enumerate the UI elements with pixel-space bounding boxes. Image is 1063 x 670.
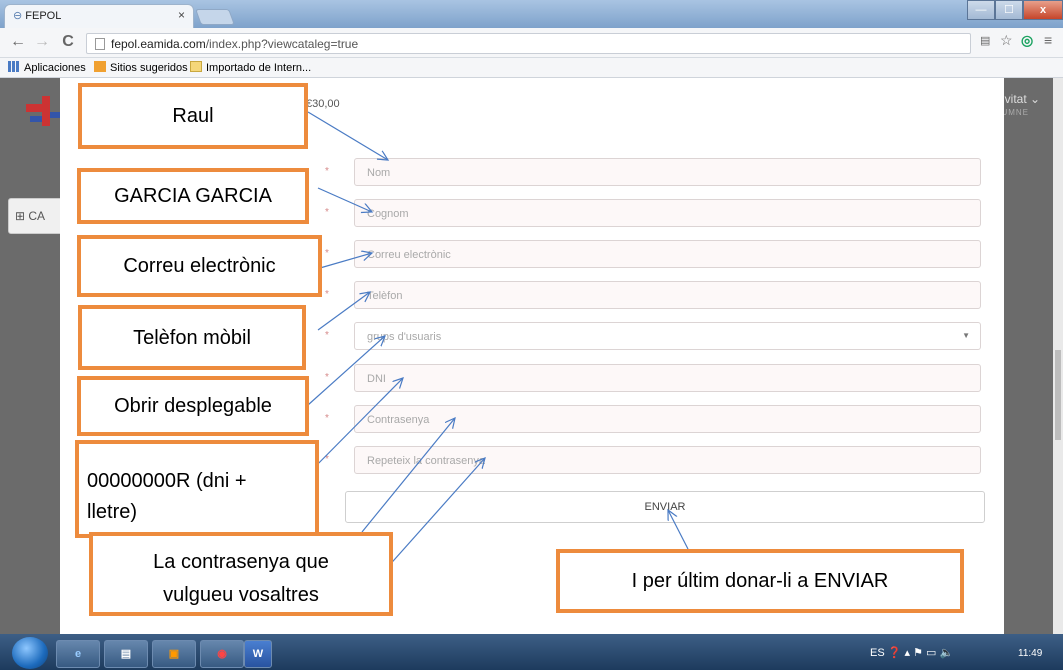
arrow-correu — [319, 253, 372, 269]
explorer-taskbar-icon[interactable]: ▤ — [104, 640, 148, 668]
help-icon[interactable]: ❓ — [888, 647, 902, 659]
clock[interactable]: 11:49 — [1018, 648, 1042, 659]
callout-garcia: GARCIA GARCIA — [77, 168, 309, 224]
callout-obrir: Obrir desplegable — [77, 376, 309, 436]
callout-dni-line2: lletre) — [87, 501, 138, 523]
flag-icon[interactable]: ⚑ — [913, 647, 923, 659]
callout-dni: 00000000R (dni + lletre) — [75, 440, 319, 538]
system-tray: ES ❓ ▴ ⚑ ▭ 🔈 — [870, 646, 953, 659]
media-taskbar-icon[interactable]: ▣ — [152, 640, 196, 668]
callout-telefon: Telèfon mòbil — [78, 305, 306, 370]
arrow-raul — [307, 111, 388, 160]
callout-raul: Raul — [78, 83, 308, 149]
arrow-telefon — [317, 292, 370, 331]
arrow-pass1 — [361, 418, 455, 533]
arrow-pass2 — [377, 458, 485, 579]
callout-correu: Correu electrònic — [77, 235, 322, 297]
callout-pass-line2: vulgueu vosaltres — [163, 584, 319, 606]
callout-dni-line1: 00000000R (dni + — [87, 470, 247, 492]
chrome-taskbar-icon[interactable]: ◉ — [200, 640, 244, 668]
callout-password: La contrasenya que vulgueu vosaltres — [89, 532, 393, 616]
network-icon[interactable]: ▭ — [926, 647, 936, 659]
tray-arrow-icon[interactable]: ▴ — [905, 647, 911, 659]
ie-taskbar-icon[interactable]: e — [56, 640, 100, 668]
start-button[interactable] — [12, 637, 48, 669]
language-indicator[interactable]: ES — [870, 647, 885, 659]
word-taskbar-icon[interactable]: W — [244, 640, 272, 668]
volume-icon[interactable]: 🔈 — [940, 647, 954, 659]
arrow-garcia — [317, 187, 372, 212]
arrow-enviar — [668, 510, 689, 550]
arrow-obrir — [307, 336, 385, 406]
callout-enviar: I per últim donar-li a ENVIAR — [556, 549, 964, 613]
callout-pass-line1: La contrasenya que — [153, 551, 329, 573]
